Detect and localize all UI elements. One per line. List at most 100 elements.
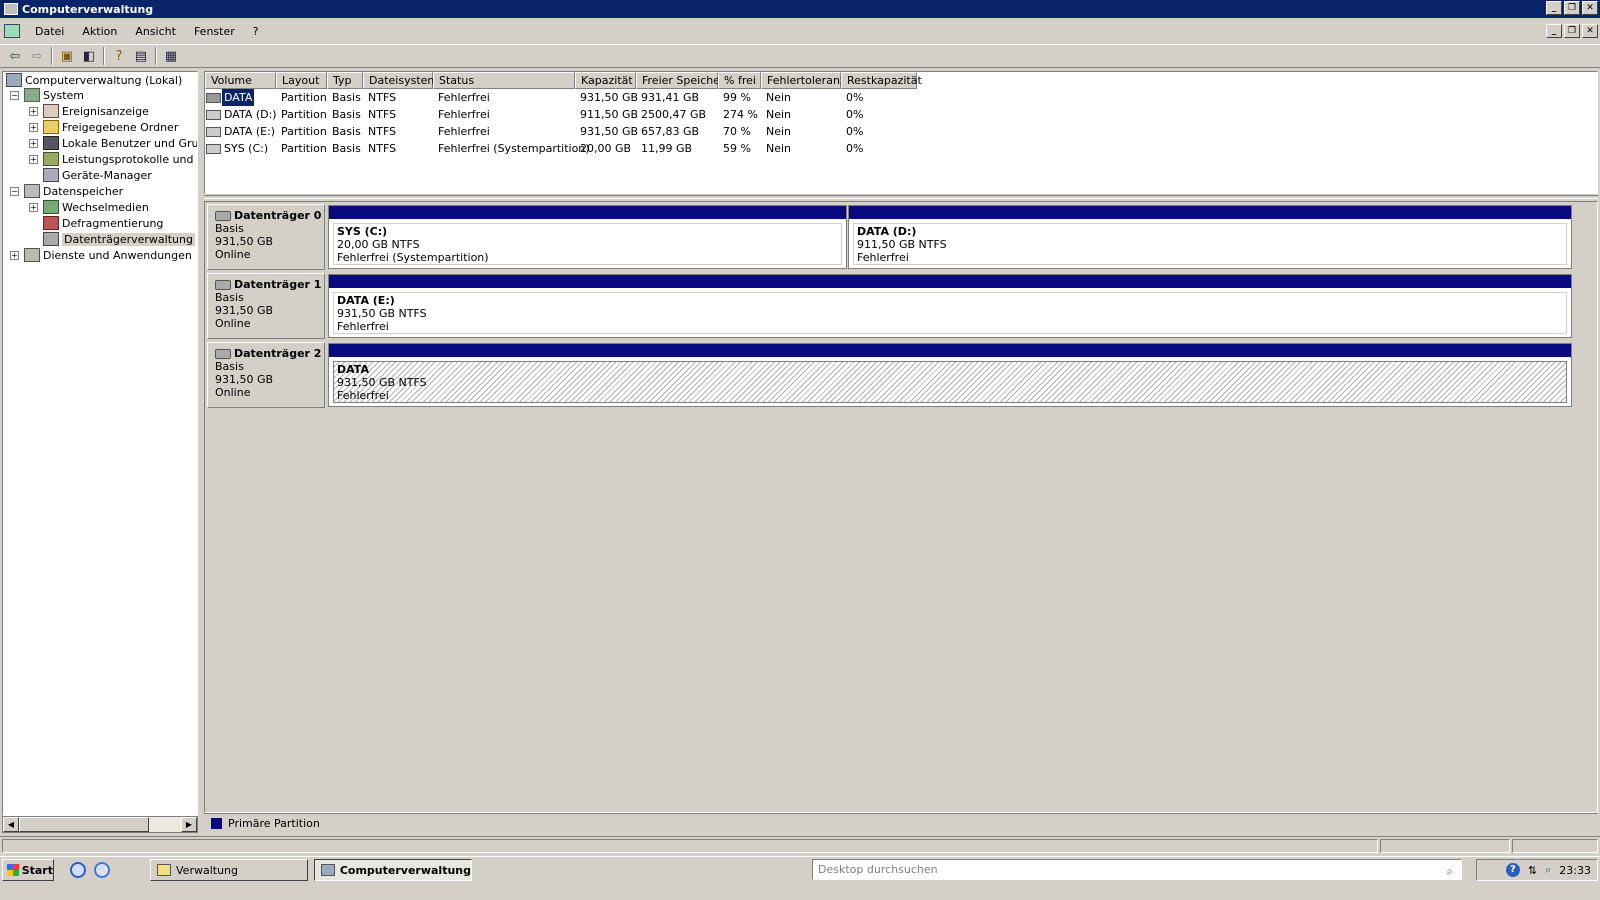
quicklaunch-ie-icon[interactable] — [94, 862, 110, 878]
expand-icon[interactable]: + — [10, 251, 19, 260]
column-kapazitaet[interactable]: Kapazität — [575, 72, 636, 89]
start-button[interactable]: Start — [2, 859, 54, 881]
status-panel — [1380, 839, 1510, 853]
mdi-restore-button[interactable]: ❐ — [1564, 24, 1580, 38]
search-icon[interactable]: ⌕ — [1446, 862, 1453, 881]
properties-icon[interactable]: ▤ — [130, 46, 152, 66]
toolbar-separator — [51, 47, 53, 65]
expand-icon[interactable]: + — [29, 139, 38, 148]
menu-aktion[interactable]: Aktion — [73, 25, 126, 38]
tree-horizontal-scrollbar[interactable]: ◀ ▶ — [2, 816, 198, 833]
partition-sys-c[interactable]: SYS (C:) 20,00 GB NTFS Fehlerfrei (Syste… — [328, 205, 847, 269]
tree-item-freigegebene-ordner[interactable]: Freigegebene Ordner — [43, 119, 178, 135]
tree-item-dienste[interactable]: Dienste und Anwendungen — [24, 247, 192, 263]
expand-icon[interactable]: + — [29, 203, 38, 212]
partition-data-d[interactable]: DATA (D:) 911,50 GB NTFS Fehlerfrei — [848, 205, 1572, 269]
desktop-search-input[interactable]: Desktop durchsuchen ⌕ — [812, 859, 1462, 880]
tree-item-root[interactable]: Computerverwaltung (Lokal) — [6, 72, 182, 88]
toolbar: ⇦ ⇨ ▣ ◧ ? ▤ ▦ — [0, 44, 1600, 68]
tree-item-system[interactable]: System — [24, 87, 84, 103]
column-fehlertoleranz[interactable]: Fehlertoleranz — [761, 72, 846, 89]
quicklaunch-explorer-icon[interactable] — [70, 862, 86, 878]
mdi-minimize-button[interactable]: _ — [1546, 24, 1562, 38]
tree-item-ereignisanzeige[interactable]: Ereignisanzeige — [43, 103, 149, 119]
disk-label-0[interactable]: Datenträger 0 Basis 931,50 GB Online — [207, 204, 325, 270]
partition-legend: Primäre Partition — [204, 813, 1598, 833]
up-folder-icon[interactable]: ▣ — [56, 46, 78, 66]
column-restkapazitaet[interactable]: Restkapazität — [841, 72, 922, 89]
close-button[interactable]: ✕ — [1582, 1, 1598, 15]
mdi-close-button[interactable]: ✕ — [1582, 24, 1598, 38]
tree-item-datenspeicher[interactable]: Datenspeicher — [24, 183, 123, 199]
taskbar: Start Verwaltung Computerverwaltung Desk… — [0, 856, 1600, 900]
scroll-right-icon[interactable]: ▶ — [181, 817, 197, 832]
search-tray-icon[interactable]: ⌕ — [1545, 863, 1551, 877]
shared-folder-icon — [43, 120, 59, 134]
status-panel — [1512, 839, 1598, 853]
users-icon — [43, 136, 59, 150]
services-icon — [24, 248, 40, 262]
performance-icon — [43, 152, 59, 166]
pane-splitter[interactable] — [204, 195, 1598, 199]
forward-icon[interactable]: ⇨ — [26, 46, 48, 66]
help-icon[interactable]: ? — [108, 46, 130, 66]
collapse-icon[interactable]: − — [10, 187, 19, 196]
column-volume[interactable]: Volume — [205, 72, 276, 89]
volume-list: Volume Layout Typ Dateisystem Status Kap… — [204, 71, 1598, 194]
toolbar-separator — [103, 47, 105, 65]
tree-item-datentraegerverwaltung[interactable]: Datenträgerverwaltung — [43, 231, 195, 247]
expand-icon[interactable]: + — [29, 123, 38, 132]
system-tools-icon — [24, 88, 40, 102]
minimize-button[interactable]: _ — [1546, 1, 1562, 15]
disk-icon — [215, 210, 231, 221]
show-hide-tree-icon[interactable]: ◧ — [78, 46, 100, 66]
expand-icon[interactable]: + — [29, 155, 38, 164]
disk-label-1[interactable]: Datenträger 1 Basis 931,50 GB Online — [207, 273, 325, 339]
disk-label-2[interactable]: Datenträger 2 Basis 931,50 GB Online — [207, 342, 325, 408]
column-status[interactable]: Status — [433, 72, 575, 89]
disk-icon — [215, 348, 231, 359]
window-title: Computerverwaltung — [22, 2, 154, 16]
folder-icon — [157, 864, 171, 876]
tree-item-wechselmedien[interactable]: Wechselmedien — [43, 199, 149, 215]
collapse-icon[interactable]: − — [10, 91, 19, 100]
tree-item-defragmentierung[interactable]: Defragmentierung — [43, 215, 163, 231]
scroll-left-icon[interactable]: ◀ — [3, 817, 19, 832]
export-icon[interactable]: ▦ — [160, 46, 182, 66]
menu-fenster[interactable]: Fenster — [185, 25, 244, 38]
column-layout[interactable]: Layout — [276, 72, 327, 89]
status-bar — [0, 836, 1600, 854]
volume-icon — [206, 127, 221, 137]
expand-icon[interactable]: + — [29, 107, 38, 116]
column-prozent-frei[interactable]: % frei — [718, 72, 761, 89]
taskbar-button-computerverwaltung[interactable]: Computerverwaltung — [314, 859, 472, 881]
computer-management-icon — [4, 3, 18, 15]
partition-color-bar — [329, 344, 1571, 357]
disk-icon — [215, 279, 231, 290]
column-dateisystem[interactable]: Dateisystem — [363, 72, 438, 89]
taskbar-button-verwaltung[interactable]: Verwaltung — [150, 859, 308, 881]
console-tree: Computerverwaltung (Lokal) − System + Er… — [2, 71, 198, 816]
defrag-icon — [43, 216, 59, 230]
column-typ[interactable]: Typ — [327, 72, 363, 89]
network-icon[interactable]: ⇅ — [1528, 864, 1537, 877]
volume-icon — [206, 110, 221, 120]
mmc-console-icon[interactable] — [4, 24, 20, 38]
menu-ansicht[interactable]: Ansicht — [126, 25, 185, 38]
system-tray: ? ⇅ ⌕ 23:33 — [1476, 859, 1598, 881]
back-icon[interactable]: ⇦ — [4, 46, 26, 66]
restore-button[interactable]: ❐ — [1564, 1, 1580, 15]
removable-storage-icon — [43, 200, 59, 214]
partition-data-e[interactable]: DATA (E:) 931,50 GB NTFS Fehlerfrei — [328, 274, 1572, 338]
tree-item-geraete-manager[interactable]: Geräte-Manager — [43, 167, 152, 183]
scroll-thumb[interactable] — [19, 817, 149, 832]
column-freier-speicher[interactable]: Freier Speicher — [636, 72, 725, 89]
tree-item-lokale-benutzer[interactable]: Lokale Benutzer und Gruppen — [43, 135, 197, 151]
partition-data-selected[interactable]: DATA 931,50 GB NTFS Fehlerfrei — [328, 343, 1572, 407]
menu-help[interactable]: ? — [244, 25, 268, 38]
help-icon[interactable]: ? — [1505, 863, 1520, 877]
menu-datei[interactable]: Datei — [26, 25, 73, 38]
clock[interactable]: 23:33 — [1559, 864, 1591, 877]
tree-item-leistungsprotokolle[interactable]: Leistungsprotokolle und Warnungen — [43, 151, 197, 167]
window-titlebar[interactable]: Computerverwaltung _ ❐ ✕ — [0, 0, 1600, 18]
